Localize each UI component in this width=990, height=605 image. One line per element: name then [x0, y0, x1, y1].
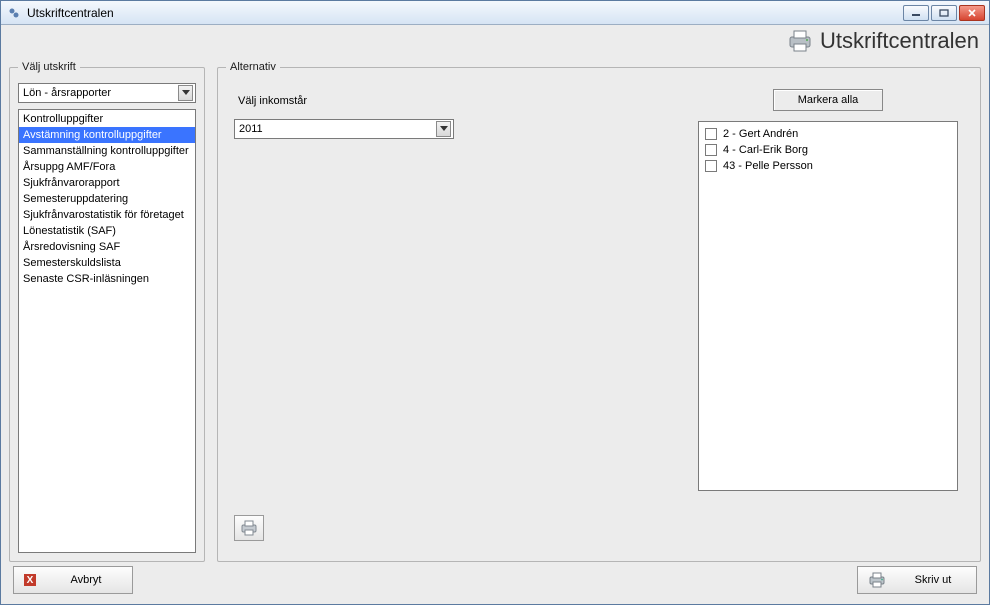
report-list-item[interactable]: Lönestatistik (SAF): [19, 223, 195, 239]
alternativ-legend: Alternativ: [226, 61, 280, 73]
alternativ-panel: Alternativ Välj inkomstår 2011: [217, 61, 981, 562]
report-list-item[interactable]: Sjukfrånvarorapport: [19, 175, 195, 191]
app-icon: [7, 6, 21, 20]
printer-preview-icon: [240, 520, 258, 536]
select-print-panel: Välj utskrift Lön - årsrapporter Kontrol…: [9, 61, 205, 562]
report-list-item[interactable]: Årsuppg AMF/Fora: [19, 159, 195, 175]
select-print-legend: Välj utskrift: [18, 61, 80, 73]
report-list-item[interactable]: Semesterskuldslista: [19, 255, 195, 271]
header: Utskriftcentralen: [1, 25, 989, 57]
cancel-icon: X: [24, 574, 36, 586]
chevron-down-icon: [436, 121, 451, 137]
people-checklist[interactable]: 2 - Gert Andrén4 - Carl-Erik Borg43 - Pe…: [698, 121, 958, 491]
income-year-value: 2011: [239, 123, 263, 135]
select-all-button[interactable]: Markera alla: [773, 89, 883, 111]
window-root: Utskriftcentralen Utskriftcentralen: [0, 0, 990, 605]
person-row[interactable]: 2 - Gert Andrén: [705, 126, 951, 142]
maximize-button[interactable]: [931, 5, 957, 21]
person-row[interactable]: 4 - Carl-Erik Borg: [705, 142, 951, 158]
cancel-label: Avbryt: [50, 574, 122, 586]
checkbox[interactable]: [705, 128, 717, 140]
alternativ-inner: Välj inkomstår 2011: [226, 83, 972, 553]
income-year-dropdown[interactable]: 2011: [234, 119, 454, 139]
print-button[interactable]: Skriv ut: [857, 566, 977, 594]
report-category-value: Lön - årsrapporter: [23, 87, 111, 99]
report-list-item[interactable]: Sammanställning kontrolluppgifter: [19, 143, 195, 159]
checkbox[interactable]: [705, 160, 717, 172]
content-area: Välj utskrift Lön - årsrapporter Kontrol…: [1, 57, 989, 562]
person-row[interactable]: 43 - Pelle Persson: [705, 158, 951, 174]
preview-button[interactable]: [234, 515, 264, 541]
print-label: Skriv ut: [900, 574, 966, 586]
report-list-item[interactable]: Semesteruppdatering: [19, 191, 195, 207]
report-list-item[interactable]: Sjukfrånvarostatistik för företaget: [19, 207, 195, 223]
year-label: Välj inkomstår: [238, 95, 544, 107]
chevron-down-icon: [178, 85, 193, 101]
window-buttons: [903, 5, 985, 21]
report-list-item[interactable]: Årsredovisning SAF: [19, 239, 195, 255]
year-column: Välj inkomstår 2011: [234, 89, 544, 547]
minimize-button[interactable]: [903, 5, 929, 21]
footer: X Avbryt Skriv ut: [1, 562, 989, 604]
report-list-item[interactable]: Avstämning kontrolluppgifter: [19, 127, 195, 143]
alternativ-fieldset: Alternativ Välj inkomstår 2011: [217, 61, 981, 562]
printer-icon: [786, 29, 814, 53]
report-listbox[interactable]: KontrolluppgifterAvstämning kontrolluppg…: [18, 109, 196, 553]
titlebar: Utskriftcentralen: [1, 1, 989, 25]
cancel-button[interactable]: X Avbryt: [13, 566, 133, 594]
person-label: 2 - Gert Andrén: [723, 126, 798, 142]
checkbox[interactable]: [705, 144, 717, 156]
page-title: Utskriftcentralen: [820, 28, 979, 54]
person-label: 4 - Carl-Erik Borg: [723, 142, 808, 158]
report-list-item[interactable]: Senaste CSR-inläsningen: [19, 271, 195, 287]
close-button[interactable]: [959, 5, 985, 21]
printer-icon: [868, 572, 886, 588]
window-title: Utskriftcentralen: [27, 6, 903, 20]
select-print-fieldset: Välj utskrift Lön - årsrapporter Kontrol…: [9, 61, 205, 562]
report-list-item[interactable]: Kontrolluppgifter: [19, 111, 195, 127]
people-column: Markera alla 2 - Gert Andrén4 - Carl-Eri…: [698, 89, 958, 547]
select-all-label: Markera alla: [798, 94, 859, 106]
report-category-dropdown[interactable]: Lön - årsrapporter: [18, 83, 196, 103]
person-label: 43 - Pelle Persson: [723, 158, 813, 174]
